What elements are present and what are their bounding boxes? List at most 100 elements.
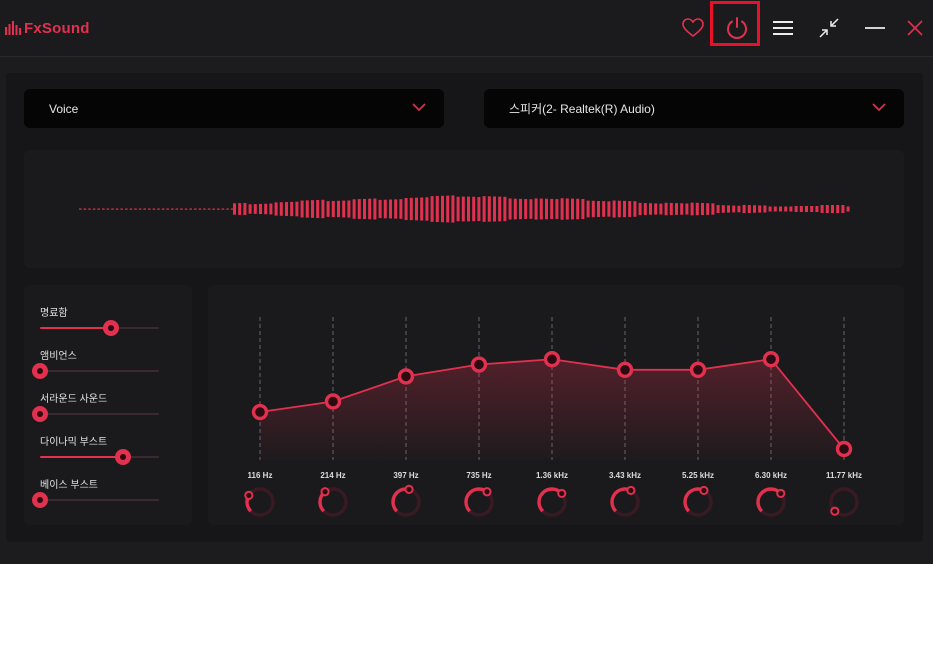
visualizer-bar — [180, 208, 183, 210]
preset-dropdown[interactable]: Voice — [24, 89, 444, 128]
visualizer-bar — [184, 208, 188, 210]
visualizer-bar — [111, 208, 114, 210]
eq-band-frequency: 3.43 kHz — [608, 471, 642, 480]
effect-slider[interactable] — [32, 492, 159, 508]
visualizer-bar — [161, 208, 165, 210]
visualizer-bar — [498, 196, 502, 222]
visualizer-bar — [83, 208, 87, 210]
effect-slider[interactable] — [40, 320, 159, 336]
eq-band-handle[interactable] — [835, 440, 853, 458]
visualizer-bar — [524, 199, 528, 219]
visualizer-bar — [633, 201, 637, 217]
fxsound-logo: FxSound — [5, 18, 90, 38]
slider-thumb[interactable] — [32, 406, 48, 422]
eq-band-dial-thumb[interactable] — [320, 487, 330, 497]
eq-band-dial-thumb[interactable] — [557, 488, 567, 499]
eq-band-dial-thumb[interactable] — [482, 487, 492, 497]
visualizer-bar — [820, 205, 824, 213]
visualizer-bar — [487, 196, 491, 222]
eq-band-handle[interactable] — [470, 356, 488, 373]
eq-band-handle[interactable] — [397, 368, 415, 385]
visualizer-bar — [194, 208, 197, 210]
slider-thumb[interactable] — [32, 492, 48, 508]
visualizer-bar — [279, 202, 283, 216]
visualizer-bar — [742, 204, 746, 214]
minimize-button[interactable] — [855, 9, 895, 47]
eq-band-dial-thumb[interactable] — [776, 488, 786, 499]
effect-slider[interactable] — [40, 449, 159, 465]
visualizer-bar — [175, 208, 179, 210]
visualizer-bar — [115, 208, 119, 210]
visualizer-bar — [701, 202, 704, 216]
visualizer-bar — [472, 196, 476, 222]
slider-fill — [40, 456, 124, 458]
visualizer-bar — [747, 205, 751, 213]
equalizer-graph — [244, 317, 859, 517]
visualizer-bar — [675, 203, 678, 215]
eq-band-dial-thumb[interactable] — [404, 484, 414, 494]
visualizer-bar — [706, 203, 710, 215]
menu-button[interactable] — [763, 9, 803, 47]
visualizer-bar — [779, 206, 782, 212]
effect-slider[interactable] — [32, 406, 159, 422]
eq-band-dial-thumb[interactable] — [244, 490, 254, 500]
eq-band-handle[interactable] — [251, 403, 269, 421]
visualizer-bar — [152, 208, 156, 210]
slider-thumb[interactable] — [115, 449, 132, 465]
close-button[interactable] — [895, 9, 933, 47]
minimize-to-tray-icon — [819, 18, 839, 38]
eq-band-frequency: 397 Hz — [393, 471, 419, 480]
visualizer-bar — [482, 196, 486, 222]
effect-slider[interactable] — [32, 363, 159, 379]
visualizer-bar — [529, 199, 533, 219]
output-device-dropdown[interactable]: 스피커(2- Realtek(R) Audio) — [484, 89, 904, 128]
visualizer-bar — [285, 202, 288, 216]
visualizer-bar — [425, 197, 429, 221]
visualizer-bar — [238, 203, 242, 215]
minimize-to-tray-button[interactable] — [809, 9, 849, 47]
visualizer-bar — [337, 200, 340, 218]
effect-label: 서라운드 사운드 — [40, 394, 108, 405]
visualizer-bar — [831, 205, 834, 213]
favorite-button[interactable] — [673, 9, 713, 47]
eq-band-handle[interactable] — [616, 361, 634, 379]
eq-band-dial-thumb[interactable] — [699, 485, 709, 496]
eq-band-handle[interactable] — [762, 351, 780, 368]
eq-band-dial-thumb[interactable] — [830, 506, 840, 516]
visualizer-bar — [607, 201, 611, 217]
visualizer-bar — [203, 208, 206, 210]
eq-band-handle[interactable] — [543, 351, 561, 368]
eq-band-handle[interactable] — [689, 361, 707, 379]
visualizer-bar — [269, 203, 273, 215]
visualizer-bar — [623, 200, 626, 218]
slider-thumb[interactable] — [32, 363, 48, 379]
equalizer-panel: 116 Hz 214 Hz 397 Hz 735 Hz 1.36 kHz 3.43 kHz… — [208, 285, 904, 525]
visualizer-bar — [539, 198, 543, 220]
visualizer-bar — [799, 206, 803, 212]
visualizer-bar — [305, 200, 309, 218]
main-panel: Voice 스피커(2- Realtek(R) Audio) 명료함 앰비언스 서라… — [6, 73, 923, 542]
visualizer-bar — [88, 208, 91, 210]
eq-band-dial-thumb[interactable] — [626, 485, 636, 496]
visualizer-bar — [654, 203, 658, 215]
visualizer-bar — [217, 208, 220, 210]
chevron-down-icon — [412, 103, 426, 112]
slider-fill — [40, 327, 112, 329]
power-button[interactable] — [717, 9, 757, 47]
visualizer-bar — [550, 198, 554, 220]
visualizer-bar — [331, 200, 335, 218]
visualizer-bar — [493, 196, 496, 222]
minimize-icon — [865, 27, 885, 29]
visualizer-bar — [383, 199, 387, 219]
chevron-down-icon — [872, 103, 886, 112]
visualizer-bar — [737, 205, 741, 213]
visualizer-bar — [300, 200, 304, 218]
visualizer-bar — [166, 208, 169, 210]
visualizer-bar — [143, 208, 146, 210]
visualizer-bar — [138, 208, 142, 210]
eq-band-frequency: 116 Hz — [247, 471, 273, 480]
visualizer-bar — [368, 198, 372, 220]
slider-thumb[interactable] — [103, 320, 120, 336]
visualizer-bar — [347, 200, 351, 218]
eq-band-handle[interactable] — [324, 393, 342, 410]
